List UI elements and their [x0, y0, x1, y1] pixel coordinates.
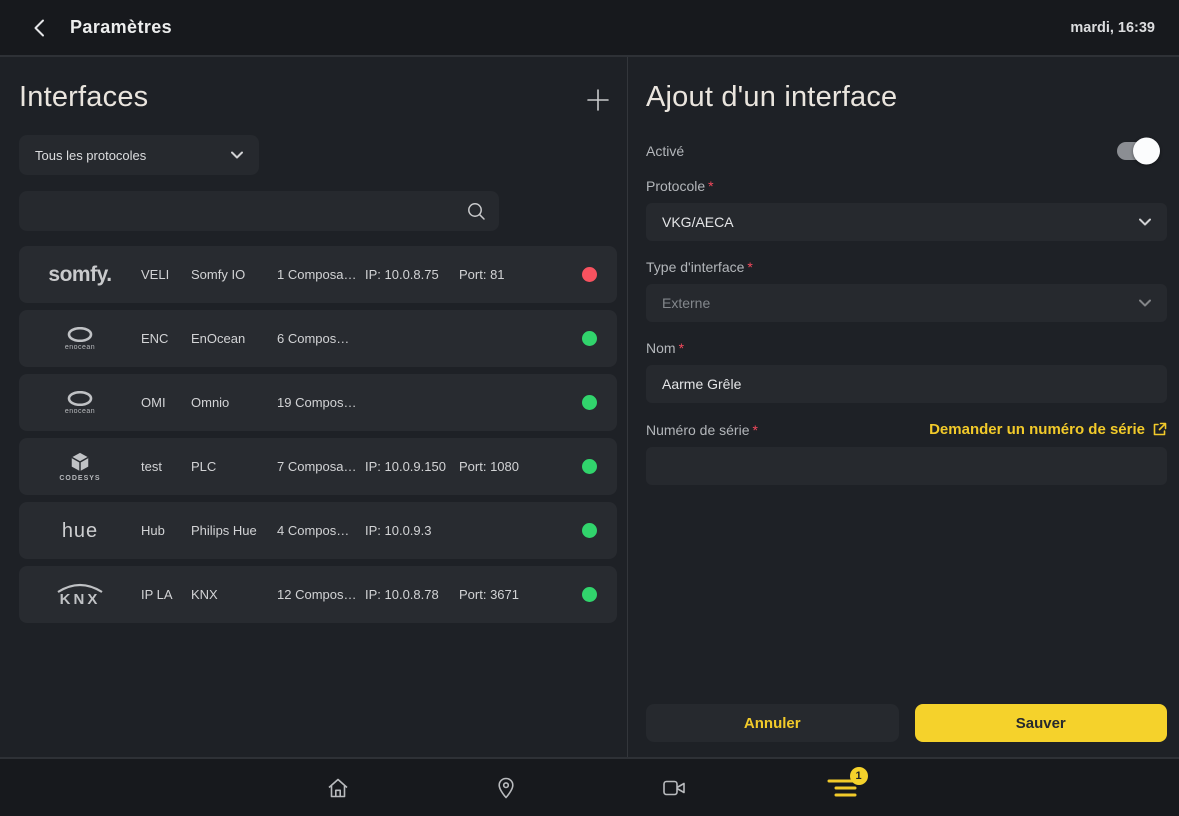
interface-protocol: EnOcean [191, 331, 277, 346]
interface-row-somfy[interactable]: somfy. VELI Somfy IO 1 Composa… IP: 10.0… [19, 246, 617, 303]
notification-badge: 1 [850, 767, 868, 785]
somfy-logo: somfy. [19, 264, 141, 285]
status-dot [582, 267, 597, 282]
required-asterisk: * [747, 259, 752, 275]
protocol-filter-select[interactable]: Tous les protocoles [19, 135, 259, 175]
status-dot [582, 523, 597, 538]
interface-name: VELI [141, 267, 175, 282]
interface-components: 4 Compos… [277, 523, 365, 538]
interface-type-label: Type d'interface* [646, 259, 1167, 275]
protocol-value: VKG/AECA [662, 214, 734, 230]
status-dot [582, 587, 597, 602]
interface-row-codesys[interactable]: CODESYS test PLC 7 Composa… IP: 10.0.9.1… [19, 438, 617, 495]
video-camera-icon [660, 777, 688, 799]
request-serial-link[interactable]: Demander un numéro de série [929, 421, 1167, 438]
interfaces-panel: Interfaces Tous les protocoles [0, 57, 628, 757]
cancel-button[interactable]: Annuler [646, 704, 899, 742]
settings-screen: Paramètres mardi, 16:39 Interfaces Tous … [0, 0, 1179, 816]
codesys-logo: CODESYS [19, 451, 141, 482]
bottom-nav: 1 [0, 757, 1179, 816]
back-button[interactable] [24, 13, 54, 43]
interface-row-knx[interactable]: KNX IP LA KNX 12 Compos… IP: 10.0.8.78 P… [19, 566, 617, 623]
interfaces-title: Interfaces [19, 81, 148, 114]
page-title: Paramètres [70, 17, 172, 38]
interface-protocol: PLC [191, 459, 277, 474]
required-asterisk: * [753, 422, 758, 438]
enabled-toggle[interactable] [1117, 142, 1157, 160]
hue-logo: hue [19, 521, 141, 541]
status-dot [582, 331, 597, 346]
interface-protocol: Philips Hue [191, 523, 277, 538]
interface-port: Port: 3671 [459, 587, 539, 602]
status-dot [582, 395, 597, 410]
add-interface-panel: Ajout d'un interface Activé Protocole* V… [628, 57, 1179, 757]
protocol-filter-value: Tous les protocoles [35, 148, 146, 163]
nav-settings[interactable]: 1 [758, 759, 926, 816]
map-pin-icon [493, 775, 519, 801]
protocol-select[interactable]: VKG/AECA [646, 203, 1167, 241]
interface-row-enocean[interactable]: enocean ENC EnOcean 6 Compos… [19, 310, 617, 367]
interface-components: 19 Compos… [277, 395, 365, 410]
interface-ip: IP: 10.0.8.75 [365, 267, 459, 282]
status-dot [582, 459, 597, 474]
enocean-icon [67, 391, 93, 406]
interface-port: Port: 81 [459, 267, 539, 282]
interface-name: OMI [141, 395, 175, 410]
interface-protocol: KNX [191, 587, 277, 602]
search-icon [467, 202, 486, 221]
interface-row-hue[interactable]: hue Hub Philips Hue 4 Compos… IP: 10.0.9… [19, 502, 617, 559]
interface-components: 1 Composa… [277, 267, 365, 282]
knx-logo: KNX [19, 583, 141, 607]
interface-name: ENC [141, 331, 175, 346]
interface-name: test [141, 459, 175, 474]
clock-text: mardi, 16:39 [1070, 20, 1155, 36]
interface-protocol: Omnio [191, 395, 277, 410]
top-bar: Paramètres mardi, 16:39 [0, 0, 1179, 57]
save-button[interactable]: Sauver [915, 704, 1168, 742]
name-label: Nom* [646, 340, 1167, 356]
interface-protocol: Somfy IO [191, 267, 277, 282]
external-link-icon [1152, 422, 1167, 437]
name-input[interactable] [646, 365, 1167, 403]
chevron-down-icon [1139, 218, 1151, 226]
interface-name: IP LA [141, 587, 175, 602]
required-asterisk: * [708, 178, 713, 194]
serial-label: Numéro de série* [646, 422, 758, 438]
main-content: Interfaces Tous les protocoles [0, 57, 1179, 757]
required-asterisk: * [679, 340, 684, 356]
interface-ip: IP: 10.0.8.78 [365, 587, 459, 602]
interface-ip: IP: 10.0.9.3 [365, 523, 459, 538]
plus-icon [587, 89, 609, 111]
nav-home[interactable] [254, 759, 422, 816]
interface-row-omnio[interactable]: enocean OMI Omnio 19 Compos… [19, 374, 617, 431]
interface-type-select[interactable]: Externe [646, 284, 1167, 322]
toggle-knob [1133, 138, 1160, 165]
enocean-icon [67, 327, 93, 342]
enocean-logo: enocean [19, 391, 141, 415]
chevron-left-icon [33, 19, 45, 37]
add-interface-button[interactable] [583, 85, 613, 115]
interface-components: 7 Composa… [277, 459, 365, 474]
codesys-cube-icon [69, 451, 91, 473]
interface-search [19, 191, 499, 231]
interface-components: 12 Compos… [277, 587, 365, 602]
nav-cameras[interactable] [590, 759, 758, 816]
chevron-down-icon [231, 151, 243, 159]
enabled-label: Activé [646, 143, 684, 159]
home-icon [325, 775, 351, 801]
chevron-down-icon [1139, 299, 1151, 307]
interface-ip: IP: 10.0.9.150 [365, 459, 459, 474]
interface-port: Port: 1080 [459, 459, 539, 474]
serial-input[interactable] [646, 447, 1167, 485]
nav-places[interactable] [422, 759, 590, 816]
interface-type-value: Externe [662, 295, 710, 311]
enocean-logo: enocean [19, 327, 141, 351]
protocol-label: Protocole* [646, 178, 1167, 194]
interface-name: Hub [141, 523, 175, 538]
add-interface-title: Ajout d'un interface [646, 81, 1167, 114]
search-input[interactable] [33, 190, 467, 232]
interface-components: 6 Compos… [277, 331, 365, 346]
